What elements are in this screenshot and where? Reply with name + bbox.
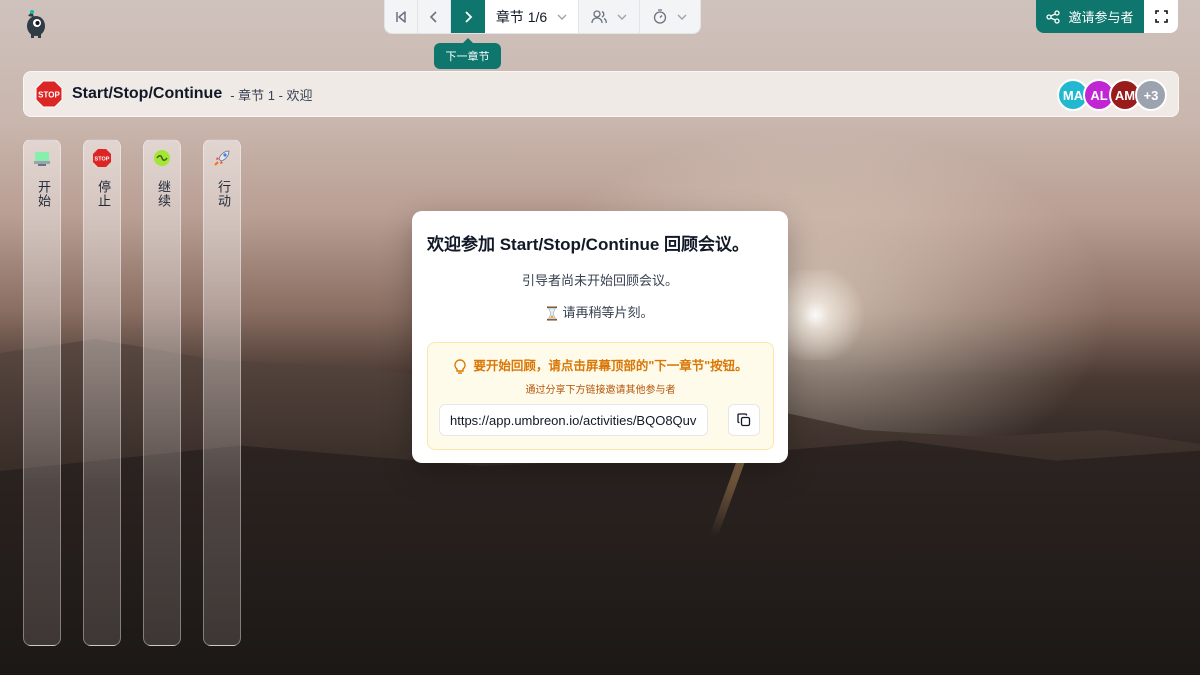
chapter-select[interactable]: 章节 1/6 xyxy=(485,0,579,33)
wait-message: 请再稍等片刻。 xyxy=(412,302,788,321)
chapter-subtitle: - 章节 1 - 欢迎 xyxy=(230,87,313,103)
share-icon xyxy=(1046,9,1061,24)
chevron-right-icon xyxy=(465,10,473,23)
chapter-label: 章节 1/6 xyxy=(495,8,548,25)
waiting-message: 引导者尚未开始回顾会议。 xyxy=(521,273,678,288)
previous-chapter-button[interactable] xyxy=(418,0,451,33)
column-continue: 继续 xyxy=(143,139,181,646)
column-label: 继续 xyxy=(156,180,171,208)
users-icon xyxy=(591,9,607,23)
participant-avatars[interactable]: MA AL AM +3 xyxy=(1057,79,1167,111)
continue-icon xyxy=(154,150,170,166)
column-label: 行动 xyxy=(216,180,231,208)
start-icon xyxy=(34,152,50,166)
chevron-down-icon xyxy=(677,14,687,20)
activity-title: Start/Stop/Continue xyxy=(72,85,223,102)
stop-sign-icon: STOP xyxy=(93,149,111,167)
first-chapter-button[interactable] xyxy=(385,0,418,33)
timer-dropdown[interactable] xyxy=(640,0,700,33)
participants-dropdown[interactable] xyxy=(579,0,640,33)
copy-icon xyxy=(737,413,751,427)
svg-text:STOP: STOP xyxy=(95,157,110,163)
fullscreen-button[interactable] xyxy=(1144,0,1178,33)
next-chapter-tooltip: 下一章节 xyxy=(434,38,501,69)
start-hint-text: 要开始回顾，请点击屏幕顶部的"下一章节"按钮。 xyxy=(473,359,748,373)
stop-sign-icon: STOP xyxy=(35,80,63,108)
invite-label: 邀请参与者 xyxy=(1068,10,1134,25)
chapter-toolbar: 章节 1/6 xyxy=(384,0,701,34)
dialog-title: 欢迎参加 Start/Stop/Continue 回顾会议。 xyxy=(427,235,750,254)
share-hint: 通过分享下方链接邀请其他参与者 xyxy=(525,385,676,396)
column-stop: STOP 停止 xyxy=(83,139,121,646)
chevron-left-icon xyxy=(429,10,437,23)
column-label: 停止 xyxy=(96,180,111,208)
chevron-down-icon xyxy=(617,14,627,20)
invite-participants-button[interactable]: 邀请参与者 xyxy=(1036,0,1144,33)
share-link-input[interactable] xyxy=(439,404,708,436)
welcome-dialog: 欢迎参加 Start/Stop/Continue 回顾会议。 引导者尚未开始回顾… xyxy=(412,211,788,463)
timer-icon xyxy=(653,9,667,24)
column-start: 开始 xyxy=(23,139,61,646)
column-action: 行动 xyxy=(203,139,241,646)
column-label: 开始 xyxy=(36,180,51,208)
copy-link-button[interactable] xyxy=(728,404,760,436)
more-participants-badge[interactable]: +3 xyxy=(1135,79,1167,111)
chevron-down-icon xyxy=(557,14,567,20)
skip-back-icon xyxy=(396,10,406,23)
umbreon-logo-icon[interactable] xyxy=(22,8,50,38)
lightbulb-icon xyxy=(454,359,466,374)
start-hint-box: 要开始回顾，请点击屏幕顶部的"下一章节"按钮。 通过分享下方链接邀请其他参与者 xyxy=(427,342,774,450)
start-hint: 要开始回顾，请点击屏幕顶部的"下一章节"按钮。 xyxy=(428,355,773,375)
next-chapter-button[interactable] xyxy=(451,0,485,33)
wait-text: 请再稍等片刻。 xyxy=(562,305,654,320)
svg-text:STOP: STOP xyxy=(38,91,60,100)
fullscreen-icon xyxy=(1154,10,1168,23)
hourglass-icon xyxy=(547,306,558,321)
rocket-icon xyxy=(214,150,230,166)
activity-header: STOP Start/Stop/Continue - 章节 1 - 欢迎 MA … xyxy=(23,71,1179,117)
